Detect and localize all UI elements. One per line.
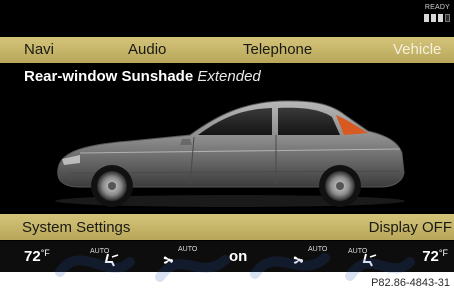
sub-menu-bar: System Settings Display OFF (0, 214, 454, 240)
seat-airflow-icon[interactable] (360, 253, 378, 267)
sedan-car-icon (55, 100, 405, 207)
figure-code: P82.86-4843-31 (371, 277, 450, 289)
sunshade-view: Rear-window Sunshade Extended (0, 63, 454, 214)
ready-indicator: READY (416, 4, 450, 32)
fan-right-auto-label: AUTO (308, 246, 328, 253)
climate-bar: 72°F AUTO AUTO on AUTO AUTO 72°F (0, 241, 454, 272)
signal-bar (431, 14, 436, 22)
fan-icon[interactable] (162, 254, 176, 266)
main-menu-bar: Navi Audio Telephone Vehicle (0, 37, 454, 63)
climate-status[interactable]: on (229, 248, 247, 265)
ready-label: READY (424, 4, 450, 11)
fan-left-auto-label: AUTO (178, 246, 198, 253)
seat-airflow-icon[interactable] (102, 253, 120, 267)
signal-bar (424, 14, 429, 22)
menu-item-telephone[interactable]: Telephone (243, 41, 312, 58)
system-settings-button[interactable]: System Settings (22, 219, 130, 236)
menu-item-vehicle[interactable]: Vehicle (393, 41, 441, 58)
comand-display: READY Navi Audio Telephone Vehicle Rear-… (0, 0, 454, 272)
setting-title: Rear-window Sunshade Extended (24, 68, 261, 85)
status-bar: READY (0, 0, 454, 36)
signal-bar (438, 14, 443, 22)
left-temperature[interactable]: 72°F (24, 248, 50, 265)
display-off-button[interactable]: Display OFF (369, 219, 452, 236)
setting-value: Extended (197, 68, 261, 85)
fan-icon[interactable] (292, 254, 306, 266)
right-temperature[interactable]: 72°F (422, 248, 448, 265)
menu-item-navi[interactable]: Navi (24, 41, 54, 58)
signal-strength-icon (424, 14, 450, 22)
setting-label: Rear-window Sunshade (24, 68, 194, 85)
signal-bar (445, 14, 450, 22)
screenshot: READY Navi Audio Telephone Vehicle Rear-… (0, 0, 454, 295)
menu-item-audio[interactable]: Audio (128, 41, 166, 58)
